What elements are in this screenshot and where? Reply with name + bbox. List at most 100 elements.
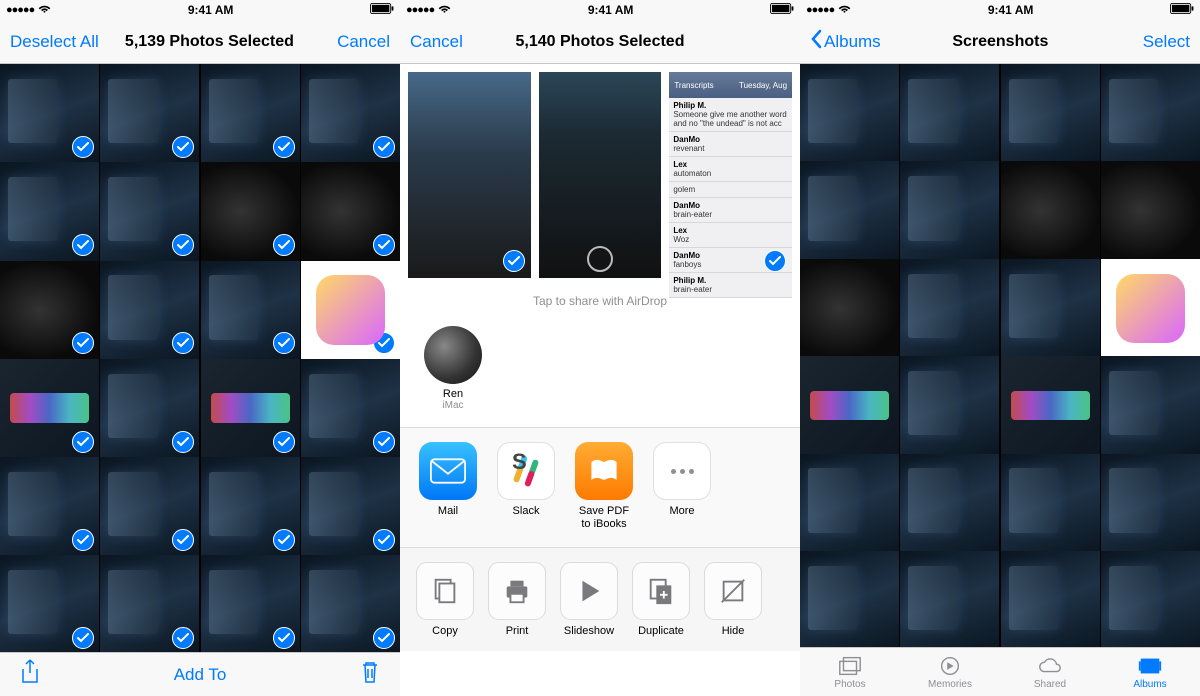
- photo-thumb[interactable]: [301, 162, 400, 261]
- share-actions-row[interactable]: Copy Print Slideshow Duplicate Hide: [400, 548, 800, 651]
- chevron-left-icon: [810, 29, 822, 54]
- photo-thumb[interactable]: [201, 162, 300, 261]
- photo-thumb[interactable]: [1101, 454, 1200, 553]
- photo-thumb[interactable]: [201, 359, 300, 458]
- photo-thumb[interactable]: [0, 457, 99, 556]
- photo-thumb[interactable]: [100, 555, 199, 652]
- photo-thumb[interactable]: [900, 259, 999, 358]
- photo-thumb[interactable]: [800, 356, 899, 455]
- cancel-button[interactable]: Cancel: [410, 32, 480, 52]
- photo-thumb[interactable]: [301, 261, 400, 360]
- battery-icon: [370, 3, 394, 17]
- wifi-icon: [38, 4, 51, 17]
- photo-thumb[interactable]: [1001, 356, 1100, 455]
- more-icon: [653, 442, 711, 500]
- photo-thumb[interactable]: [201, 555, 300, 652]
- share-app-slack[interactable]: S Slack: [496, 442, 556, 531]
- share-preview-row[interactable]: Transcripts Tuesday, Aug Philip M.Someon…: [400, 64, 800, 286]
- photo-thumb[interactable]: [900, 161, 999, 260]
- photo-thumb[interactable]: [1001, 259, 1100, 358]
- cancel-button[interactable]: Cancel: [320, 32, 390, 52]
- photo-thumb[interactable]: [1101, 356, 1200, 455]
- photo-thumb[interactable]: [900, 64, 999, 163]
- check-icon: [72, 529, 94, 551]
- hide-icon: [704, 562, 762, 620]
- action-copy[interactable]: Copy: [414, 562, 476, 637]
- photo-thumb[interactable]: [1101, 64, 1200, 163]
- signal-dots-icon: ●●●●●: [806, 4, 834, 16]
- action-label: Print: [506, 625, 529, 637]
- photo-thumb[interactable]: [0, 555, 99, 652]
- photo-thumb[interactable]: [900, 356, 999, 455]
- check-icon: [72, 332, 94, 354]
- select-button[interactable]: Select: [1120, 32, 1190, 52]
- photo-thumb[interactable]: [1001, 64, 1100, 163]
- tab-memories[interactable]: Memories: [900, 648, 1000, 696]
- photo-thumb[interactable]: [201, 261, 300, 360]
- photo-thumb[interactable]: [100, 457, 199, 556]
- preview-thumb[interactable]: Transcripts Tuesday, Aug Philip M.Someon…: [669, 72, 792, 278]
- photo-thumb[interactable]: [1001, 161, 1100, 260]
- photo-thumb[interactable]: [800, 64, 899, 163]
- transcript-row: Lexautomaton: [669, 157, 792, 182]
- photo-thumb[interactable]: [0, 359, 99, 458]
- airdrop-target[interactable]: Ren iMac: [418, 326, 488, 411]
- action-label: Duplicate: [638, 625, 684, 637]
- photo-thumb[interactable]: [301, 457, 400, 556]
- preview-thumb[interactable]: [539, 72, 662, 278]
- share-app-ibooks[interactable]: Save PDF to iBooks: [574, 442, 634, 531]
- photo-thumb[interactable]: [301, 64, 400, 163]
- photo-thumb[interactable]: [100, 162, 199, 261]
- photo-thumb[interactable]: [100, 261, 199, 360]
- photo-thumb[interactable]: [301, 555, 400, 652]
- transcript-row: Philip M.brain-eater: [669, 273, 792, 298]
- back-button[interactable]: Albums: [810, 29, 881, 54]
- photo-thumb[interactable]: [100, 64, 199, 163]
- deselect-all-button[interactable]: Deselect All: [10, 32, 99, 52]
- photo-thumb[interactable]: [1001, 454, 1100, 553]
- check-icon: [72, 136, 94, 158]
- share-app-mail[interactable]: Mail: [418, 442, 478, 531]
- photo-grid[interactable]: [800, 64, 1200, 647]
- photo-thumb[interactable]: [800, 259, 899, 358]
- tab-shared[interactable]: Shared: [1000, 648, 1100, 696]
- app-label: Save PDF to iBooks: [574, 505, 634, 531]
- tab-albums[interactable]: Albums: [1100, 648, 1200, 696]
- share-apps-row[interactable]: Mail S Slack Save PDF to iBooks: [400, 428, 800, 548]
- tab-photos[interactable]: Photos: [800, 648, 900, 696]
- photo-thumb[interactable]: [201, 457, 300, 556]
- photo-thumb[interactable]: [301, 359, 400, 458]
- status-bar: ●●●●● 9:41 AM: [400, 0, 800, 20]
- photo-thumb[interactable]: [1101, 161, 1200, 260]
- trash-icon[interactable]: [360, 659, 380, 690]
- share-app-more[interactable]: More: [652, 442, 712, 531]
- photo-grid[interactable]: [0, 64, 400, 652]
- photo-thumb[interactable]: [1101, 259, 1200, 358]
- screen-share-sheet: ●●●●● 9:41 AM Cancel 5,140 Photos Select…: [400, 0, 800, 696]
- photo-thumb[interactable]: [1101, 551, 1200, 647]
- share-icon[interactable]: [20, 659, 40, 690]
- photo-thumb[interactable]: [0, 261, 99, 360]
- action-print[interactable]: Print: [486, 562, 548, 637]
- photo-thumb[interactable]: [800, 161, 899, 260]
- transcript-row: LexWoz: [669, 223, 792, 248]
- action-slideshow[interactable]: Slideshow: [558, 562, 620, 637]
- check-icon: [373, 529, 395, 551]
- app-label: More: [669, 505, 694, 518]
- photo-thumb[interactable]: [1001, 551, 1100, 647]
- photo-thumb[interactable]: [800, 551, 899, 647]
- preview-c-date: Tuesday, Aug: [739, 81, 787, 90]
- add-to-button[interactable]: Add To: [174, 665, 227, 685]
- photo-thumb[interactable]: [100, 359, 199, 458]
- wifi-icon: [438, 4, 451, 17]
- action-hide[interactable]: Hide: [702, 562, 764, 637]
- action-duplicate[interactable]: Duplicate: [630, 562, 692, 637]
- photo-thumb[interactable]: [900, 454, 999, 553]
- photo-thumb[interactable]: [0, 64, 99, 163]
- preview-thumb[interactable]: [408, 72, 531, 278]
- photo-thumb[interactable]: [800, 454, 899, 553]
- photo-thumb[interactable]: [201, 64, 300, 163]
- photo-thumb[interactable]: [0, 162, 99, 261]
- photo-thumb[interactable]: [900, 551, 999, 647]
- check-icon: [273, 136, 295, 158]
